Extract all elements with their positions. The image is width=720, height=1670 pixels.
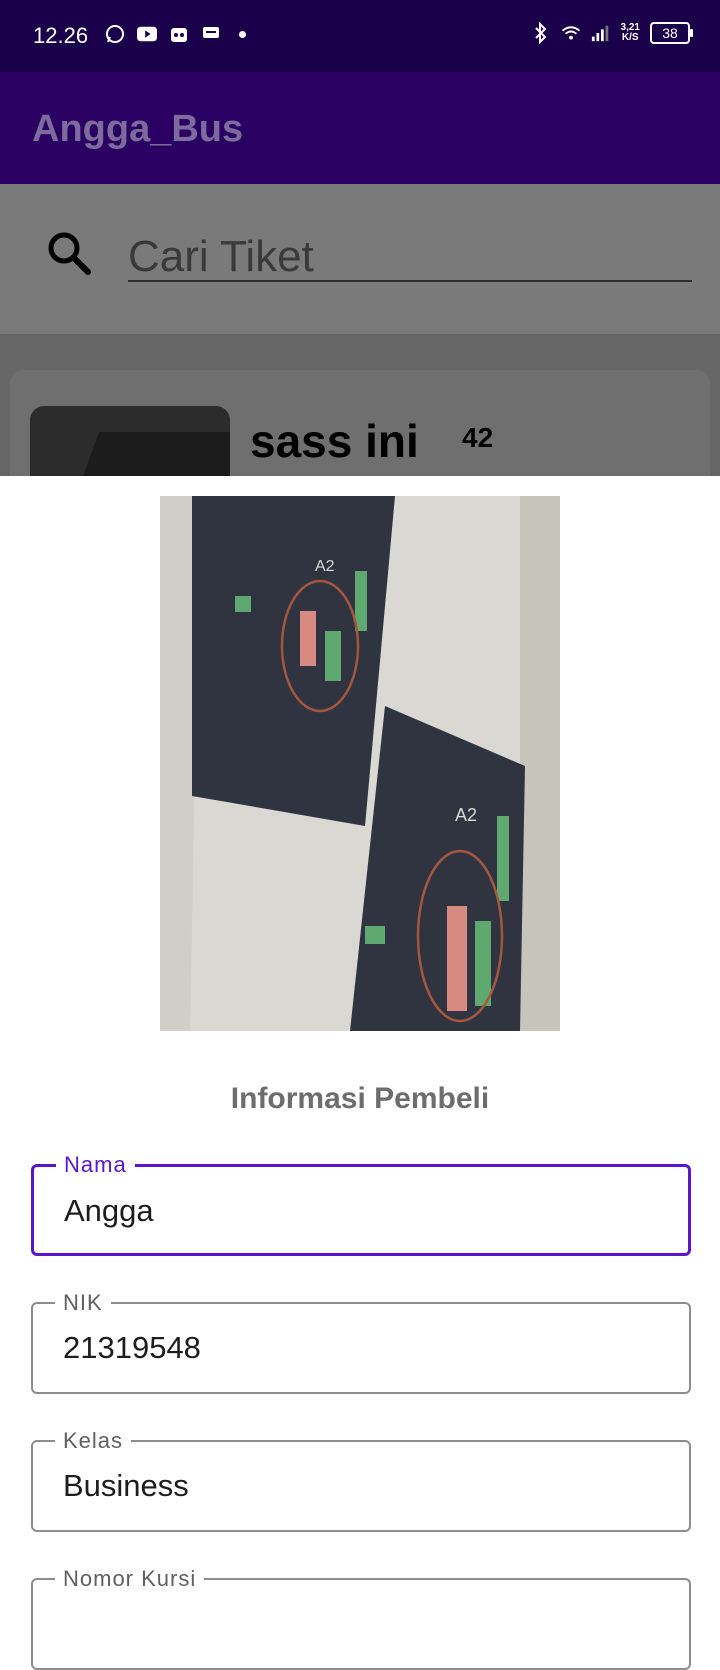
name-field[interactable]: Nama Angga [31,1152,691,1256]
battery-indicator: 38 [650,22,693,44]
dot-icon [239,30,246,38]
field-value[interactable]: Business [63,1468,189,1504]
network-speed: 3,21 K/S [620,22,640,43]
form-title: Informasi Pembeli [230,1082,490,1115]
message-icon [201,24,221,44]
status-bar: 12.26 3,21 K/S 38 [0,0,720,72]
search-input[interactable] [128,234,692,282]
search-icon[interactable] [44,228,94,278]
class-field[interactable]: Kelas Business [31,1428,691,1532]
field-label: Nama [56,1152,135,1178]
search-bar [0,184,720,334]
status-time: 12.26 [33,23,89,48]
ticket-photo: A2 A2 [160,496,560,1031]
app-bar: Angga_Bus [0,72,720,184]
youtube-icon [137,24,157,44]
notification-icons [105,24,246,44]
field-value[interactable]: Angga [64,1193,154,1229]
wifi-icon [561,23,581,43]
seat-number-field[interactable]: Nomor Kursi [31,1566,691,1670]
ticket-name: sass ini [250,415,419,467]
nik-field[interactable]: NIK 21319548 [31,1290,691,1394]
whatsapp-icon [105,24,125,44]
signal-icon [591,23,611,43]
svg-text:A2: A2 [315,558,335,575]
app-title: Angga_Bus [32,108,244,150]
field-label: Nomor Kursi [55,1566,205,1592]
field-value[interactable]: 21319548 [63,1330,201,1366]
system-icons: 3,21 K/S 38 [531,22,693,44]
field-label: NIK [55,1290,111,1316]
app-icon [169,24,189,44]
buyer-info-sheet: A2 A2 Informasi Pembeli Nama Angga NIK 2… [0,476,720,1670]
svg-text:A2: A2 [455,805,477,825]
ticket-price: 42 [462,422,494,453]
field-label: Kelas [55,1428,132,1454]
bluetooth-icon [531,22,551,44]
